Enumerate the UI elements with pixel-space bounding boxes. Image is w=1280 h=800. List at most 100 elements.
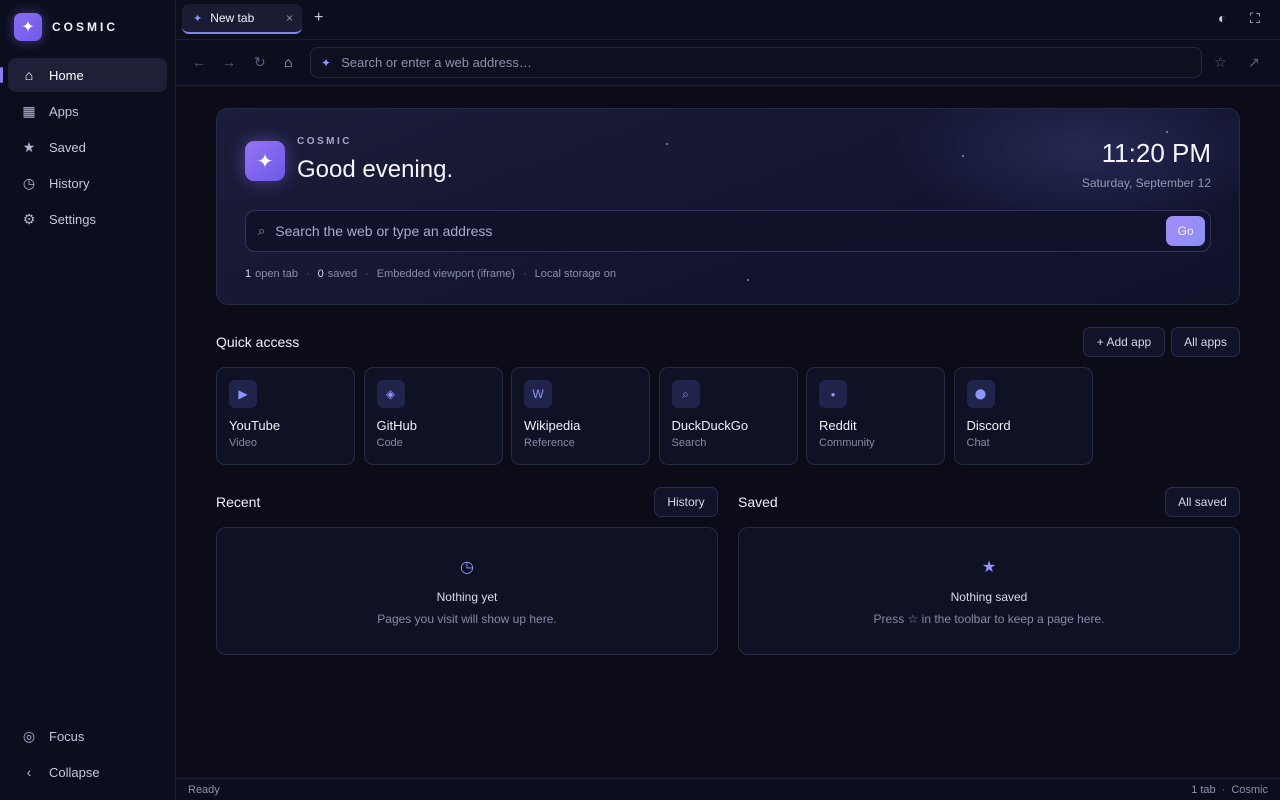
app-name: Discord: [966, 418, 1011, 433]
star-decoration: [747, 279, 749, 281]
hero-card: ✦ COSMIC Good evening. 11:20 PM Saturday…: [216, 108, 1240, 305]
greeting: Good evening.: [297, 156, 454, 183]
app-category: Community: [819, 437, 875, 449]
history-button[interactable]: History: [654, 487, 718, 517]
saved-panel: ★ Nothing saved Press ☆ in the toolbar t…: [738, 527, 1240, 655]
app-card-github[interactable]: ◈ GitHub Code: [363, 367, 503, 465]
star-icon: ★: [981, 559, 997, 576]
back-icon[interactable]: ←: [192, 54, 206, 70]
hero-search[interactable]: ⌕ Go: [245, 210, 1211, 252]
app-card-youtube[interactable]: ▶ YouTube Video: [216, 367, 355, 465]
clock-date: Saturday, September 12: [1081, 176, 1211, 190]
app-category: Code: [376, 437, 403, 449]
separator: ·: [305, 268, 310, 280]
home-icon: ⌂: [24, 67, 34, 83]
search-input[interactable]: [275, 223, 1156, 239]
recent-title: Recent: [216, 494, 261, 510]
tab-bar: ✦ New tab × + ◐ ⛶: [176, 0, 1280, 40]
status-bar: Ready 1 tab · Cosmic: [176, 778, 1280, 800]
reload-icon[interactable]: ↻: [254, 54, 266, 71]
star-decoration: [962, 155, 964, 157]
saved-label: saved: [327, 268, 358, 280]
clock-icon: ◷: [460, 559, 474, 576]
collapse-button[interactable]: ‹ Collapse: [8, 755, 167, 789]
focus-button[interactable]: ◎ Focus: [8, 719, 167, 753]
tab-new-tab[interactable]: ✦ New tab ×: [182, 4, 302, 34]
app-category: Search: [671, 437, 707, 449]
app-category: Video: [229, 437, 257, 449]
theme-toggle-icon[interactable]: ◐: [1218, 10, 1226, 26]
go-button[interactable]: Go: [1166, 216, 1205, 246]
app-category: Reference: [524, 437, 575, 449]
gear-icon: ⚙: [22, 210, 36, 227]
sidebar: ✦ COSMIC ⌂ Home ▦ Apps ★ Saved ◷ History…: [0, 0, 176, 800]
tab-label: New tab: [210, 11, 255, 25]
close-icon[interactable]: ×: [286, 11, 293, 25]
new-tab-button[interactable]: +: [314, 9, 323, 27]
sidebar-item-home[interactable]: ⌂ Home: [0, 58, 167, 92]
saved-count: 0: [317, 268, 324, 280]
app-name: Reddit: [819, 418, 857, 433]
address-input[interactable]: [341, 55, 1142, 70]
star-icon: ★: [22, 138, 36, 155]
brand-name: COSMIC: [52, 20, 118, 34]
clock-icon: ◷: [22, 174, 36, 191]
quick-access-title: Quick access: [216, 334, 300, 350]
circle-icon: ⬤: [966, 380, 995, 408]
app-card-wikipedia[interactable]: W Wikipedia Reference: [511, 367, 650, 465]
brand[interactable]: ✦ COSMIC: [14, 13, 118, 41]
recent-panel: ◷ Nothing yet Pages you visit will show …: [216, 527, 718, 655]
separator: ·: [1221, 784, 1226, 796]
all-apps-button[interactable]: All apps: [1171, 327, 1240, 357]
add-app-button[interactable]: + Add app: [1083, 327, 1165, 357]
app-name: Wikipedia: [524, 418, 581, 433]
saved-title: Saved: [738, 494, 778, 510]
fullscreen-icon[interactable]: ⛶: [1250, 10, 1260, 27]
sparkle-icon: ✦: [321, 55, 332, 70]
collapse-label: Collapse: [49, 764, 100, 780]
focus-icon: ◎: [22, 727, 36, 744]
viewport-info: Embedded viewport (iframe): [376, 268, 515, 280]
chevron-left-icon: ‹: [26, 764, 32, 780]
sidebar-item-settings[interactable]: ⚙ Settings: [8, 202, 167, 236]
app-name: GitHub: [376, 418, 417, 433]
sidebar-item-label: Settings: [49, 211, 96, 227]
wikipedia-icon: W: [524, 380, 552, 408]
empty-subtitle: Press ☆ in the toolbar to keep a page he…: [873, 612, 1105, 626]
quick-access-grid: ▶ YouTube Video ◈ GitHub Code W Wikipedi…: [216, 367, 1101, 465]
home-icon[interactable]: ⌂: [284, 54, 292, 70]
app-name: Cosmic: [1231, 784, 1268, 796]
search-icon: ⌕: [258, 223, 266, 238]
app-card-duckduckgo[interactable]: ⌕ DuckDuckGo Search: [658, 367, 798, 465]
sidebar-item-history[interactable]: ◷ History: [8, 166, 167, 200]
status-text: Ready: [188, 784, 220, 796]
app-name: YouTube: [229, 418, 281, 433]
sidebar-item-saved[interactable]: ★ Saved: [8, 130, 167, 164]
tab-count: 1 tab: [1191, 784, 1216, 796]
app-category: Chat: [966, 437, 990, 449]
forward-icon[interactable]: →: [222, 54, 236, 70]
address-bar[interactable]: ✦: [310, 47, 1202, 78]
bookmark-star-icon[interactable]: ☆: [1214, 54, 1227, 71]
all-saved-button[interactable]: All saved: [1165, 487, 1240, 517]
sparkle-icon: ✦: [193, 12, 203, 25]
dot-icon: ●: [819, 380, 847, 408]
empty-subtitle: Pages you visit will show up here.: [377, 612, 557, 626]
grid-icon: ▦: [22, 102, 36, 119]
sidebar-bottom: ◎ Focus ‹ Collapse: [8, 719, 167, 791]
app-card-reddit[interactable]: ● Reddit Community: [806, 367, 945, 465]
sidebar-nav: ⌂ Home ▦ Apps ★ Saved ◷ History ⚙ Settin…: [0, 58, 167, 238]
star-decoration: [666, 143, 668, 145]
external-link-icon[interactable]: ↗: [1248, 54, 1260, 71]
search-icon: ⌕: [671, 380, 700, 408]
clock-time: 11:20 PM: [1101, 138, 1211, 168]
open-tabs-count: 1: [245, 268, 252, 280]
status-right: 1 tab · Cosmic: [1191, 784, 1268, 796]
star-decoration: [1166, 131, 1168, 133]
sidebar-item-apps[interactable]: ▦ Apps: [8, 94, 167, 128]
separator: ·: [365, 268, 369, 280]
sidebar-item-label: Apps: [49, 103, 79, 119]
separator: ·: [522, 268, 527, 280]
diamond-icon: ◈: [376, 380, 405, 408]
app-card-discord[interactable]: ⬤ Discord Chat: [953, 367, 1093, 465]
